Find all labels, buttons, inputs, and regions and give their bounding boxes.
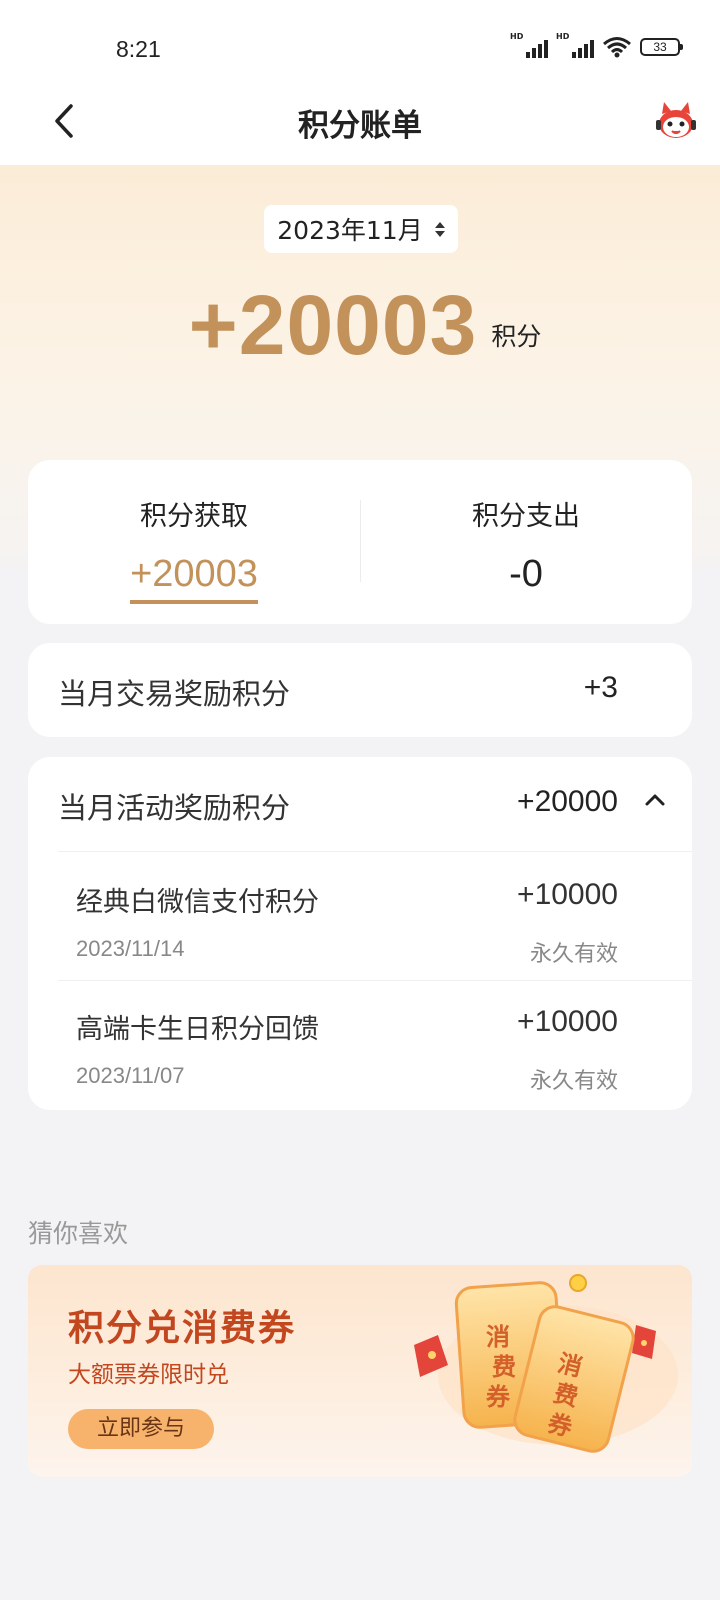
mascot-icon[interactable] — [654, 98, 698, 142]
status-icons: HD HD 33 — [510, 32, 683, 58]
activity-reward-card: 当月活动奖励积分 +20000 经典白微信支付积分 +10000 2023/11… — [28, 757, 692, 1110]
activity-reward-header[interactable]: 当月活动奖励积分 +20000 — [28, 757, 692, 851]
earned-value: +20003 — [130, 553, 258, 604]
trade-reward-row[interactable]: 当月交易奖励积分 +3 — [28, 643, 692, 737]
month-picker[interactable]: 2023年11月 — [264, 205, 458, 253]
item-validity: 永久有效 — [529, 942, 618, 967]
item-date: 2023/11/14 — [76, 936, 185, 961]
total-points-unit: 积分 — [491, 322, 542, 351]
spent-value: -0 — [509, 553, 543, 595]
trade-reward-label: 当月交易奖励积分 — [58, 677, 291, 711]
tab-points-earned[interactable]: 积分获取 +20003 — [28, 460, 360, 624]
chevron-up-icon[interactable] — [644, 793, 666, 807]
earned-label: 积分获取 — [140, 501, 248, 532]
svg-text:费: 费 — [492, 1352, 516, 1381]
list-item: 高端卡生日积分回馈 +10000 2023/11/07 永久有效 — [28, 979, 692, 1107]
spent-label: 积分支出 — [472, 501, 580, 532]
promo-banner[interactable]: 积分兑消费券 大额票券限时兑 立即参与 消 费 券 消 费 券 — [28, 1265, 692, 1477]
total-points: +20003 积分 — [0, 283, 720, 367]
banner-subtitle: 大额票券限时兑 — [68, 1362, 229, 1388]
activity-reward-label: 当月活动奖励积分 — [58, 791, 291, 825]
battery-icon: 33 — [640, 38, 683, 56]
page-title: 积分账单 — [298, 108, 422, 144]
summary-card: 积分获取 +20003 积分支出 -0 — [28, 460, 692, 624]
sort-arrows-icon — [434, 221, 445, 237]
svg-text:券: 券 — [486, 1382, 511, 1411]
tab-points-spent[interactable]: 积分支出 -0 — [360, 460, 692, 624]
trade-reward-value: +3 — [583, 671, 618, 704]
item-date: 2023/11/07 — [76, 1063, 185, 1088]
signal-icon: HD — [510, 32, 548, 58]
month-label: 2023年11月 — [277, 216, 423, 245]
activity-reward-value: +20000 — [517, 785, 618, 818]
total-points-value: +20003 — [188, 278, 478, 372]
signal-icon: HD — [556, 32, 594, 58]
item-amount: +10000 — [517, 1005, 618, 1038]
nav-bar: 积分账单 — [0, 90, 720, 165]
status-bar: 8:21 HD HD 33 — [0, 0, 720, 90]
item-name: 经典白微信支付积分 — [76, 887, 319, 918]
section-title: 猜你喜欢 — [28, 1219, 129, 1248]
coupon-illustration: 消 费 券 消 费 券 — [414, 1274, 678, 1453]
item-validity: 永久有效 — [529, 1069, 618, 1094]
join-button[interactable]: 立即参与 — [68, 1409, 214, 1449]
status-time: 8:21 — [116, 36, 161, 62]
item-name: 高端卡生日积分回馈 — [76, 1014, 319, 1045]
svg-text:消: 消 — [486, 1322, 510, 1351]
item-amount: +10000 — [517, 878, 618, 911]
banner-title: 积分兑消费券 — [68, 1307, 297, 1349]
wifi-icon — [603, 37, 631, 58]
list-item: 经典白微信支付积分 +10000 2023/11/14 永久有效 — [28, 852, 692, 980]
